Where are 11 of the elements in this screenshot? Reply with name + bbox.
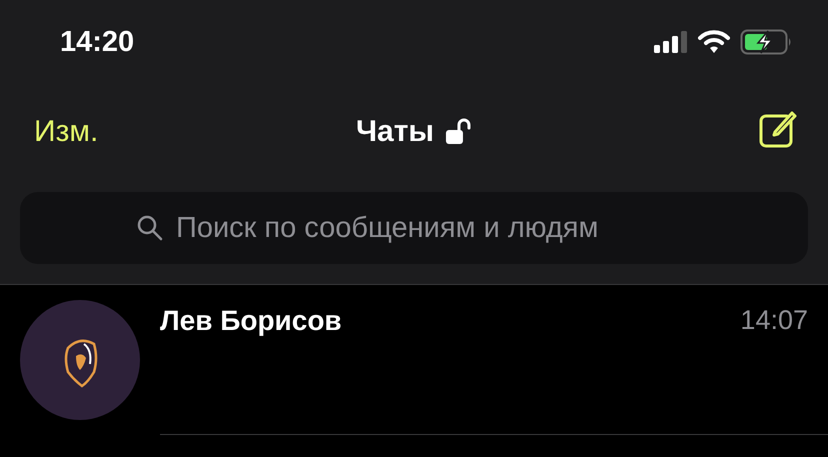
nav-title: Чаты (356, 115, 434, 149)
wifi-icon (698, 30, 730, 54)
search-field[interactable]: Поиск по сообщениям и людям (20, 192, 808, 264)
chat-row[interactable]: Лев Борисов 14:07 (0, 285, 828, 435)
edit-button[interactable]: Изм. (34, 115, 98, 149)
unlocked-padlock-icon[interactable] (444, 118, 472, 146)
chat-time: 14:07 (740, 305, 808, 337)
compose-icon[interactable] (758, 109, 798, 149)
chat-name: Лев Борисов (160, 305, 342, 337)
status-time: 14:20 (60, 26, 134, 58)
signal-icon (654, 31, 688, 53)
